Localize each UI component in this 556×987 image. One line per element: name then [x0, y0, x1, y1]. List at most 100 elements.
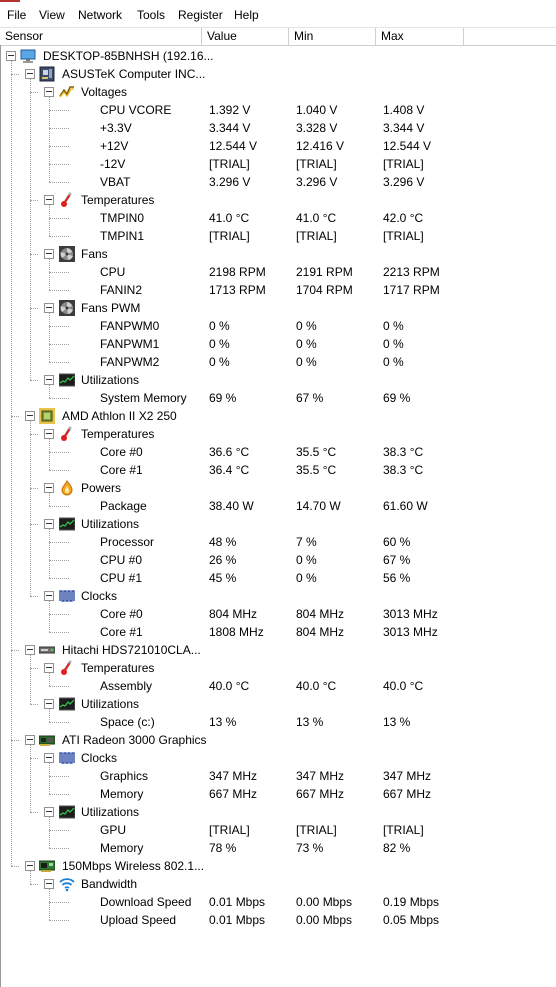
sensor-value: 38.40 W: [209, 499, 254, 513]
sensor-max: 69 %: [383, 391, 411, 405]
sensor-row[interactable]: FANPWM2 0 % 0 % 0 %: [1, 353, 556, 371]
sensor-max: 56 %: [383, 571, 411, 585]
sensor-row[interactable]: TMPIN1 [TRIAL] [TRIAL] [TRIAL]: [1, 227, 556, 245]
menu-view[interactable]: View: [39, 4, 65, 26]
sensor-row[interactable]: FANPWM0 0 % 0 % 0 %: [1, 317, 556, 335]
sensor-group-row[interactable]: Utilizations: [1, 803, 556, 821]
header-max[interactable]: Max: [376, 28, 464, 45]
menu-network[interactable]: Network: [78, 4, 122, 26]
header-sensor[interactable]: Sensor: [0, 28, 202, 45]
sensor-group-row[interactable]: Powers: [1, 479, 556, 497]
collapse-toggle[interactable]: [44, 699, 54, 709]
sensor-group-row[interactable]: Utilizations: [1, 695, 556, 713]
tree-connector: [49, 272, 69, 273]
sensor-row[interactable]: Core #0 36.6 °C 35.5 °C 38.3 °C: [1, 443, 556, 461]
collapse-toggle[interactable]: [44, 87, 54, 97]
tree-connector: [30, 380, 38, 381]
collapse-toggle[interactable]: [25, 411, 35, 421]
collapse-toggle[interactable]: [25, 69, 35, 79]
sensor-group-row[interactable]: Bandwidth: [1, 875, 556, 893]
collapse-toggle[interactable]: [6, 51, 16, 61]
menu-help[interactable]: Help: [234, 4, 259, 26]
collapse-toggle[interactable]: [44, 195, 54, 205]
sensor-row[interactable]: TMPIN0 41.0 °C 41.0 °C 42.0 °C: [1, 209, 556, 227]
sensor-group-row[interactable]: Fans PWM: [1, 299, 556, 317]
sensor-group-row[interactable]: Utilizations: [1, 515, 556, 533]
sensor-row[interactable]: Upload Speed 0.01 Mbps 0.00 Mbps 0.05 Mbps: [1, 911, 556, 929]
sensor-group-row[interactable]: Temperatures: [1, 425, 556, 443]
sensor-tree[interactable]: DESKTOP-85BNHSH (192.16... ASUSTeK Comput…: [0, 45, 556, 987]
header-value[interactable]: Value: [202, 28, 289, 45]
sensor-row[interactable]: -12V [TRIAL] [TRIAL] [TRIAL]: [1, 155, 556, 173]
collapse-toggle[interactable]: [44, 591, 54, 601]
group-label: Voltages: [81, 85, 128, 99]
collapse-toggle[interactable]: [44, 807, 54, 817]
menu-file[interactable]: File: [7, 4, 26, 26]
header-min[interactable]: Min: [289, 28, 376, 45]
thermometer-icon: [59, 192, 75, 208]
sensor-row[interactable]: Download Speed 0.01 Mbps 0.00 Mbps 0.19 Mbp…: [1, 893, 556, 911]
sensor-name: Assembly: [100, 679, 153, 693]
sensor-row[interactable]: CPU #0 26 % 0 % 67 %: [1, 551, 556, 569]
sensor-row[interactable]: CPU #1 45 % 0 % 56 %: [1, 569, 556, 587]
sensor-group-row[interactable]: Clocks: [1, 749, 556, 767]
computer-icon: [20, 48, 36, 64]
collapse-toggle[interactable]: [44, 519, 54, 529]
sensor-group-row[interactable]: Fans: [1, 245, 556, 263]
collapse-toggle[interactable]: [44, 483, 54, 493]
sensor-group-row[interactable]: Voltages: [1, 83, 556, 101]
sensor-row[interactable]: Memory 667 MHz 667 MHz 667 MHz: [1, 785, 556, 803]
sensor-group-row[interactable]: Temperatures: [1, 191, 556, 209]
sensor-row[interactable]: Core #1 1808 MHz 804 MHz 3013 MHz: [1, 623, 556, 641]
sensor-group-row[interactable]: Utilizations: [1, 371, 556, 389]
device-row[interactable]: 150Mbps Wireless 802.1...: [1, 857, 556, 875]
sensor-row[interactable]: Processor 48 % 7 % 60 %: [1, 533, 556, 551]
sensor-group-row[interactable]: Temperatures: [1, 659, 556, 677]
collapse-toggle[interactable]: [25, 645, 35, 655]
sensor-row[interactable]: GPU [TRIAL] [TRIAL] [TRIAL]: [1, 821, 556, 839]
group-label: Temperatures: [81, 427, 155, 441]
collapse-toggle[interactable]: [44, 663, 54, 673]
collapse-toggle[interactable]: [44, 753, 54, 763]
sensor-row[interactable]: Core #1 36.4 °C 35.5 °C 38.3 °C: [1, 461, 556, 479]
menu-tools[interactable]: Tools: [137, 4, 165, 26]
sensor-max: 3.296 V: [383, 175, 425, 189]
sensor-row[interactable]: Memory 78 % 73 % 82 %: [1, 839, 556, 857]
sensor-row[interactable]: CPU VCORE 1.392 V 1.040 V 1.408 V: [1, 101, 556, 119]
device-row[interactable]: DESKTOP-85BNHSH (192.16...: [1, 47, 556, 65]
collapse-toggle[interactable]: [25, 735, 35, 745]
device-row[interactable]: ASUSTeK Computer INC...: [1, 65, 556, 83]
collapse-toggle[interactable]: [44, 429, 54, 439]
collapse-toggle[interactable]: [44, 879, 54, 889]
device-row[interactable]: Hitachi HDS721010CLA...: [1, 641, 556, 659]
collapse-toggle[interactable]: [44, 375, 54, 385]
tree-connector: [30, 308, 38, 309]
sensor-row[interactable]: +12V 12.544 V 12.416 V 12.544 V: [1, 137, 556, 155]
sensor-group-row[interactable]: Clocks: [1, 587, 556, 605]
device-row[interactable]: AMD Athlon II X2 250: [1, 407, 556, 425]
sensor-min: 67 %: [296, 391, 324, 405]
sensor-row[interactable]: Assembly 40.0 °C 40.0 °C 40.0 °C: [1, 677, 556, 695]
device-label: DESKTOP-85BNHSH (192.16...: [43, 49, 214, 63]
tree-connector: [49, 848, 69, 849]
menu-register[interactable]: Register: [178, 4, 223, 26]
sensor-name: Core #1: [100, 625, 143, 639]
sensor-row[interactable]: FANPWM1 0 % 0 % 0 %: [1, 335, 556, 353]
sensor-row[interactable]: VBAT 3.296 V 3.296 V 3.296 V: [1, 173, 556, 191]
tree-connector: [49, 722, 69, 723]
sensor-row[interactable]: Package 38.40 W 14.70 W 61.60 W: [1, 497, 556, 515]
group-label: Utilizations: [81, 517, 140, 531]
sensor-row[interactable]: System Memory 69 % 67 % 69 %: [1, 389, 556, 407]
sensor-row[interactable]: CPU 2198 RPM 2191 RPM 2213 RPM: [1, 263, 556, 281]
sensor-row[interactable]: FANIN2 1713 RPM 1704 RPM 1717 RPM: [1, 281, 556, 299]
sensor-row[interactable]: Core #0 804 MHz 804 MHz 3013 MHz: [1, 605, 556, 623]
collapse-toggle[interactable]: [44, 303, 54, 313]
sensor-row[interactable]: Space (c:) 13 % 13 % 13 %: [1, 713, 556, 731]
sensor-row[interactable]: Graphics 347 MHz 347 MHz 347 MHz: [1, 767, 556, 785]
collapse-toggle[interactable]: [25, 861, 35, 871]
tree-connector: [49, 614, 69, 615]
device-row[interactable]: ATI Radeon 3000 Graphics: [1, 731, 556, 749]
tree-connector: [49, 452, 69, 453]
sensor-row[interactable]: +3.3V 3.344 V 3.328 V 3.344 V: [1, 119, 556, 137]
collapse-toggle[interactable]: [44, 249, 54, 259]
